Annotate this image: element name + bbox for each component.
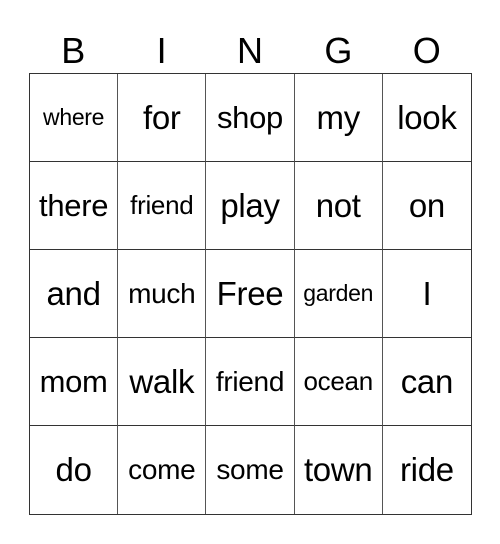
bingo-cell[interactable]: friend xyxy=(206,338,295,426)
bingo-cell[interactable]: look xyxy=(382,74,471,162)
bingo-cell[interactable]: where xyxy=(30,74,119,162)
bingo-header: B I N G O xyxy=(29,30,471,72)
header-letter-n: N xyxy=(236,30,263,71)
bingo-card-grid: where for shop my look there friend play… xyxy=(29,73,472,515)
bingo-cell[interactable]: play xyxy=(206,162,295,250)
free-space-cell[interactable]: Free xyxy=(206,250,295,338)
header-letter-g: G xyxy=(324,30,353,71)
bingo-cell[interactable]: can xyxy=(382,338,471,426)
bingo-cell[interactable]: mom xyxy=(30,338,119,426)
bingo-cell[interactable]: friend xyxy=(118,162,207,250)
bingo-cell[interactable]: and xyxy=(30,250,119,338)
bingo-cell[interactable]: some xyxy=(206,426,295,514)
bingo-cell[interactable]: come xyxy=(118,426,207,514)
bingo-cell[interactable]: not xyxy=(294,162,383,250)
bingo-cell[interactable]: much xyxy=(118,250,207,338)
header-letter-i: I xyxy=(156,30,167,71)
bingo-cell[interactable]: on xyxy=(382,162,471,250)
bingo-cell[interactable]: for xyxy=(118,74,207,162)
bingo-cell[interactable]: ride xyxy=(383,426,471,514)
bingo-cell[interactable]: my xyxy=(294,74,383,162)
bingo-cell[interactable]: I xyxy=(382,250,471,338)
bingo-cell[interactable]: do xyxy=(30,426,119,514)
bingo-cell[interactable]: walk xyxy=(118,338,207,426)
bingo-cell[interactable]: garden xyxy=(294,250,383,338)
bingo-cell[interactable]: shop xyxy=(206,74,295,162)
bingo-cell[interactable]: town xyxy=(295,426,383,514)
header-letter-b: B xyxy=(61,30,86,71)
bingo-cell[interactable]: ocean xyxy=(294,338,383,426)
header-letter-o: O xyxy=(412,30,441,71)
bingo-cell[interactable]: there xyxy=(30,162,119,250)
